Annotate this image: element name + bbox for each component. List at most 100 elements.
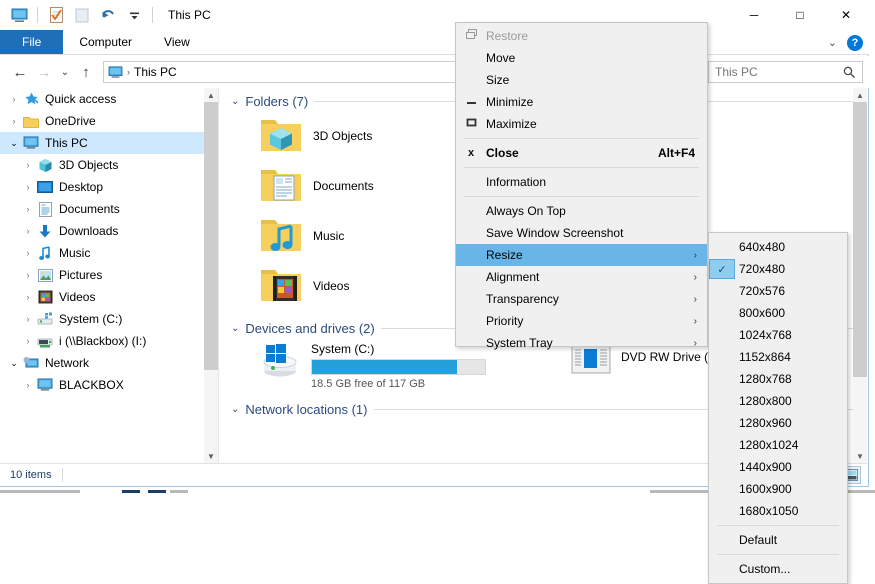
chevron-down-icon[interactable]: ⌄ [231, 323, 239, 334]
sidebar-item-this-pc[interactable]: ⌄ This PC [0, 132, 218, 154]
sidebar-item-documents[interactable]: › Documents [0, 198, 218, 220]
tab-view[interactable]: View [148, 30, 206, 54]
this-pc-icon [108, 65, 123, 79]
breadcrumb[interactable]: This PC [134, 65, 177, 79]
nav-scroll-down-icon[interactable]: ▼ [204, 449, 218, 463]
tab-computer[interactable]: Computer [63, 30, 148, 54]
content-scrollbar[interactable]: ▲ ▼ [853, 88, 867, 463]
minimize-icon [456, 95, 486, 109]
context-menu-item-transparency[interactable]: Transparency › [456, 288, 707, 310]
sidebar-item-system-c[interactable]: › System (C:) [0, 308, 218, 330]
sidebar-item-3d-objects[interactable]: › 3D Objects [0, 154, 218, 176]
chevron-down-icon[interactable]: ⌄ [6, 359, 22, 368]
chevron-right-icon[interactable]: › [20, 248, 36, 258]
chevron-right-icon[interactable]: › [20, 270, 36, 280]
context-menu-item-maximize[interactable]: Maximize [456, 113, 707, 135]
context-menu-item-information[interactable]: Information [456, 171, 707, 193]
context-menu-item-alignment[interactable]: Alignment › [456, 266, 707, 288]
resize-option-720x576[interactable]: 720x576 [709, 280, 847, 302]
forward-button[interactable]: → [32, 60, 56, 84]
resize-option-label: 1152x864 [739, 350, 791, 364]
sidebar-item-network[interactable]: ⌄ Network [0, 352, 218, 374]
customize-dropdown-icon[interactable] [123, 4, 145, 26]
chevron-down-icon[interactable]: ⌄ [6, 139, 22, 148]
context-menu-item-system-tray[interactable]: System Tray › [456, 332, 707, 354]
nav-scrollbar[interactable]: ▲ ▼ [204, 88, 218, 463]
new-folder-icon[interactable] [71, 4, 93, 26]
chevron-right-icon[interactable]: › [20, 160, 36, 170]
resize-option-1680x1050[interactable]: 1680x1050 [709, 500, 847, 522]
context-menu-item-resize[interactable]: Resize › [456, 244, 707, 266]
sidebar-item-videos[interactable]: › Videos [0, 286, 218, 308]
chevron-right-icon[interactable]: › [20, 226, 36, 236]
resize-option-640x480[interactable]: 640x480 [709, 236, 847, 258]
this-pc-icon[interactable] [8, 4, 30, 26]
context-menu-item-minimize[interactable]: Minimize [456, 91, 707, 113]
resize-option-1440x900[interactable]: 1440x900 [709, 456, 847, 478]
context-menu-item-label: Minimize [486, 95, 534, 109]
sidebar-item-label: 3D Objects [59, 158, 119, 172]
sidebar-item-blackbox[interactable]: › BLACKBOX [0, 374, 218, 396]
resize-option-720x480[interactable]: ✓ 720x480 [709, 258, 847, 280]
resize-option-default[interactable]: Default [709, 529, 847, 551]
chevron-right-icon[interactable]: › [6, 94, 22, 104]
resize-option-1024x768[interactable]: 1024x768 [709, 324, 847, 346]
drive-system-c[interactable]: System (C:) 18.5 GB free of 117 GB [259, 340, 486, 390]
resize-option-1280x800[interactable]: 1280x800 [709, 390, 847, 412]
chevron-right-icon[interactable]: › [20, 182, 36, 192]
resize-option-1280x1024[interactable]: 1280x1024 [709, 434, 847, 456]
help-icon[interactable]: ? [847, 34, 863, 51]
chevron-down-icon[interactable]: ⌄ [231, 96, 239, 107]
resize-option-1600x900[interactable]: 1600x900 [709, 478, 847, 500]
undo-icon[interactable] [97, 4, 119, 26]
expand-ribbon-icon[interactable]: ⌄ [828, 36, 837, 49]
context-menu-item-priority[interactable]: Priority › [456, 310, 707, 332]
content-scroll-up-icon[interactable]: ▲ [853, 88, 867, 102]
resize-option-label: 1600x900 [739, 482, 792, 496]
sidebar-item-downloads[interactable]: › Downloads [0, 220, 218, 242]
context-menu-item-move[interactable]: Move [456, 47, 707, 69]
recent-locations-button[interactable]: ⌄ [56, 60, 74, 84]
resize-option-800x600[interactable]: 800x600 [709, 302, 847, 324]
resize-option-1280x960[interactable]: 1280x960 [709, 412, 847, 434]
tab-file[interactable]: File [0, 30, 64, 54]
properties-icon[interactable] [45, 4, 67, 26]
chevron-right-icon[interactable]: › [6, 116, 22, 126]
context-menu-item-size[interactable]: Size [456, 69, 707, 91]
sidebar-item-label: OneDrive [45, 114, 96, 128]
chevron-right-icon[interactable]: › [20, 204, 36, 214]
sidebar-item-i-blackbox-i[interactable]: › i (\\Blackbox) (I:) [0, 330, 218, 352]
content-scroll-down-icon[interactable]: ▼ [853, 449, 867, 463]
nav-scroll-thumb[interactable] [204, 102, 218, 370]
sidebar-item-pictures[interactable]: › Pictures [0, 264, 218, 286]
context-menu-item-always-on-top[interactable]: Always On Top [456, 200, 707, 222]
sidebar-item-onedrive[interactable]: › OneDrive [0, 110, 218, 132]
search-icon[interactable] [843, 66, 856, 79]
sidebar-item-desktop[interactable]: › Desktop [0, 176, 218, 198]
videos-icon [36, 289, 54, 305]
chevron-right-icon[interactable]: › [20, 380, 36, 390]
chevron-right-icon[interactable]: › [20, 314, 36, 324]
nav-scroll-up-icon[interactable]: ▲ [204, 88, 218, 102]
back-button[interactable]: ← [8, 60, 32, 84]
content-scroll-thumb[interactable] [853, 102, 867, 377]
sidebar-item-music[interactable]: › Music [0, 242, 218, 264]
sidebar-item-label: Documents [59, 202, 120, 216]
sidebar-item-label: Desktop [59, 180, 104, 194]
up-button[interactable]: ↑ [74, 60, 98, 84]
folder-tile-label: 3D Objects [313, 129, 373, 143]
sidebar-item-quick-access[interactable]: › Quick access [0, 88, 218, 110]
context-menu-item-close[interactable]: x Close Alt+F4 [456, 142, 707, 164]
maximize-button[interactable]: □ [777, 0, 823, 30]
star-pin-icon [22, 91, 40, 107]
chevron-down-icon[interactable]: ⌄ [231, 404, 239, 415]
chevron-right-icon[interactable]: › [20, 292, 36, 302]
close-button[interactable]: ✕ [823, 0, 869, 30]
resize-option-custom[interactable]: Custom... [709, 558, 847, 580]
chevron-right-icon[interactable]: › [20, 336, 36, 346]
resize-option-1280x768[interactable]: 1280x768 [709, 368, 847, 390]
context-menu-item-save-window-screenshot[interactable]: Save Window Screenshot [456, 222, 707, 244]
resize-option-1152x864[interactable]: 1152x864 [709, 346, 847, 368]
minimize-button[interactable]: ─ [731, 0, 777, 30]
search-input[interactable]: This PC [708, 61, 863, 83]
